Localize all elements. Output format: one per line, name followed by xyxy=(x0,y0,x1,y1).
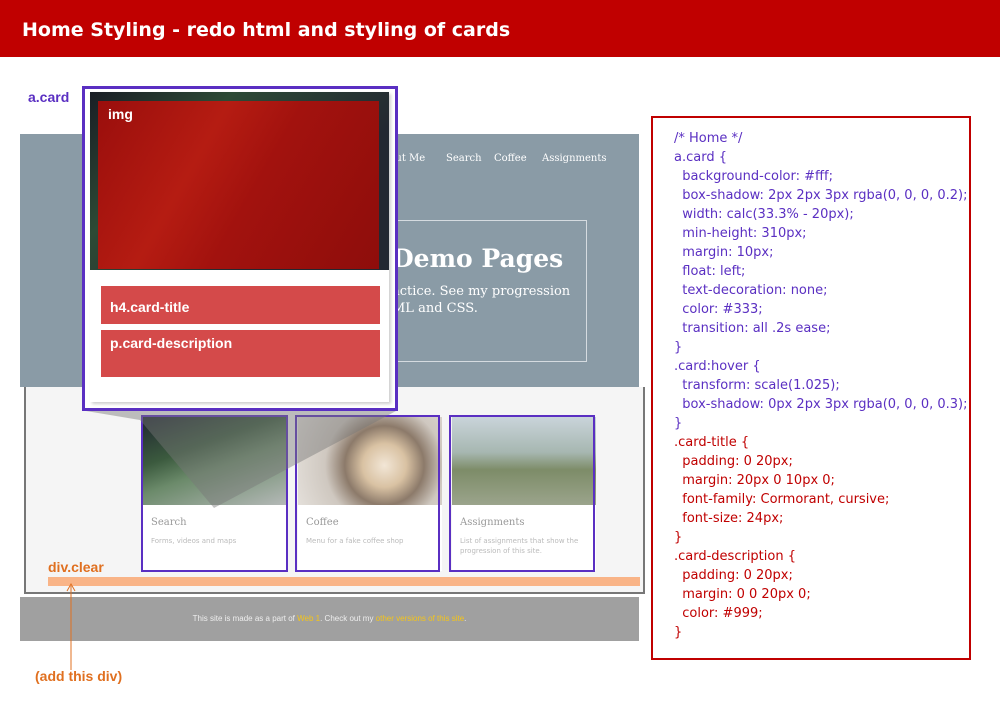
clear-div-label: div.clear xyxy=(48,559,104,575)
css-code-line: color: #333; xyxy=(674,302,763,317)
img-label: img xyxy=(108,106,133,122)
page-title: Home Styling - redo html and styling of … xyxy=(22,19,511,41)
footer-text-before: This site is made as a part of xyxy=(192,614,298,623)
arrow-up-icon xyxy=(66,582,76,670)
css-code-line: margin: 20px 0 10px 0; xyxy=(674,473,835,488)
css-code-line: transition: all .2s ease; xyxy=(674,321,831,336)
css-code-line: padding: 0 20px; xyxy=(674,454,793,469)
callout-label: a.card xyxy=(28,89,70,105)
hero-subtitle-line-1: actice. See my progression xyxy=(392,284,571,299)
card-outline xyxy=(449,415,595,572)
css-code-line: margin: 10px; xyxy=(674,245,774,260)
footer-link-versions[interactable]: other versions of this site xyxy=(376,614,464,623)
card-description-label: p.card-description xyxy=(110,335,233,351)
css-code-line: float: left; xyxy=(674,264,746,279)
card-outline xyxy=(295,415,440,572)
css-code-line: } xyxy=(674,625,683,640)
add-div-note: (add this div) xyxy=(35,668,123,684)
css-code-line: text-decoration: none; xyxy=(674,283,828,298)
css-code-line: min-height: 310px; xyxy=(674,226,807,241)
hero-subtitle-line-2: ML and CSS. xyxy=(392,301,478,316)
card-title-label: h4.card-title xyxy=(110,299,190,315)
css-code-line: /* Home */ xyxy=(674,131,743,146)
css-code-line: } xyxy=(674,530,683,545)
footer-text-middle: . Check out my xyxy=(320,614,376,623)
hero-title: Demo Pages xyxy=(392,244,564,273)
css-code-line: a.card { xyxy=(674,150,727,165)
css-code-line: width: calc(33.3% - 20px); xyxy=(674,207,854,222)
css-code-line: font-family: Cormorant, cursive; xyxy=(674,492,890,507)
css-code-line: .card:hover { xyxy=(674,359,761,374)
footer-link-web1[interactable]: Web 1 xyxy=(297,614,320,623)
css-code-line: .card-title { xyxy=(674,435,750,450)
img-highlight xyxy=(98,101,379,269)
css-code-line: transform: scale(1.025); xyxy=(674,378,840,393)
css-code-line: box-shadow: 2px 2px 3px rgba(0, 0, 0, 0.… xyxy=(674,188,968,203)
css-code-line: margin: 0 0 20px 0; xyxy=(674,587,811,602)
css-code-line: color: #999; xyxy=(674,606,763,621)
nav-item-coffee[interactable]: Coffee xyxy=(494,153,527,164)
css-code-line: font-size: 24px; xyxy=(674,511,784,526)
clear-div-bar xyxy=(48,577,640,586)
css-code-line: } xyxy=(674,416,683,431)
css-code-line: .card-description { xyxy=(674,549,796,564)
footer-text: This site is made as a part of Web 1. Ch… xyxy=(20,614,639,623)
css-code-line: } xyxy=(674,340,683,355)
css-code-line: padding: 0 20px; xyxy=(674,568,793,583)
css-code-line: background-color: #fff; xyxy=(674,169,833,184)
nav-item-assignments[interactable]: Assignments xyxy=(542,153,607,164)
css-code-line: box-shadow: 0px 2px 3px rgba(0, 0, 0, 0.… xyxy=(674,397,968,412)
footer-text-after: . xyxy=(464,614,467,623)
card-outline xyxy=(141,415,288,572)
nav-item-search[interactable]: Search xyxy=(446,153,482,164)
